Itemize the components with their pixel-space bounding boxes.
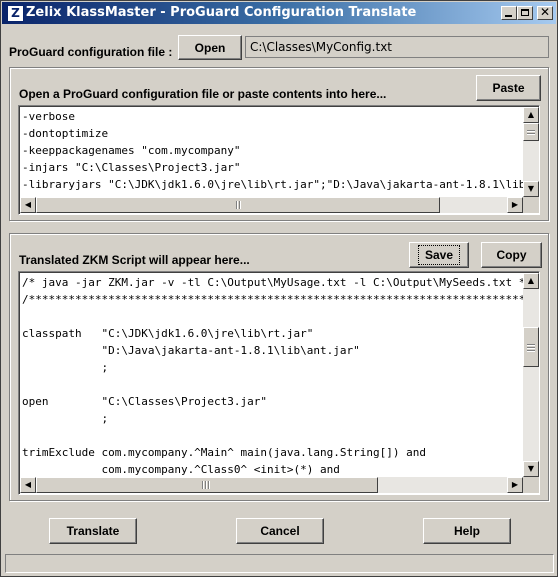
- scroll-left-arrow-icon[interactable]: ◀: [20, 477, 36, 493]
- scroll-left-arrow-icon[interactable]: ◀: [20, 197, 36, 213]
- open-button-label: Open: [194, 40, 226, 55]
- script-line: "D:\Java\jakarta-ant-1.8.1\lib\ant.jar": [22, 344, 360, 357]
- scroll-corner: [523, 197, 539, 213]
- translate-button-label: Translate: [66, 524, 120, 538]
- script-line: com.mycompany.^Class0^ <init>(*) and: [22, 463, 340, 476]
- script-line: /* java -jar ZKM.jar -v -tl C:\Output\My…: [22, 276, 532, 289]
- input-horizontal-scrollbar[interactable]: ◀ ▶: [20, 197, 523, 213]
- proguard-config-text: -verbose -dontoptimize -keeppackagenames "…: [22, 108, 540, 210]
- translate-button[interactable]: Translate: [49, 518, 137, 544]
- scroll-right-arrow-icon[interactable]: ▶: [507, 477, 523, 493]
- maximize-button[interactable]: [517, 6, 533, 20]
- open-button[interactable]: Open: [178, 35, 242, 60]
- paste-button[interactable]: Paste: [476, 75, 541, 101]
- script-line: ;: [22, 412, 109, 425]
- script-line: classpath "C:\JDK\jdk1.6.0\jre\lib\rt.ja…: [22, 327, 314, 340]
- copy-button[interactable]: Copy: [481, 242, 542, 268]
- status-bar: [5, 554, 554, 573]
- save-button[interactable]: Save: [409, 242, 469, 268]
- scroll-up-arrow-icon[interactable]: ▲: [523, 107, 539, 123]
- zelix-app-icon: Z: [7, 5, 24, 22]
- vertical-scroll-thumb[interactable]: [523, 123, 539, 141]
- script-line: [22, 427, 539, 444]
- config-line: -verbose: [22, 110, 75, 123]
- proguard-config-textarea[interactable]: -verbose -dontoptimize -keeppackagenames "…: [18, 105, 540, 215]
- script-line: trimExclude com.mycompany.^Main^ main(ja…: [22, 446, 426, 459]
- script-line: [22, 376, 539, 393]
- script-line: /***************************************…: [22, 293, 540, 306]
- maximize-icon: [521, 9, 529, 16]
- copy-button-label: Copy: [496, 248, 527, 262]
- minimize-icon: [505, 15, 512, 17]
- zkm-script-textarea[interactable]: /* java -jar ZKM.jar -v -tl C:\Output\My…: [18, 271, 540, 495]
- config-file-label: ProGuard configuration file :: [9, 45, 173, 59]
- output-vertical-scrollbar[interactable]: ▲ ▼: [523, 273, 539, 477]
- scroll-right-arrow-icon[interactable]: ▶: [507, 197, 523, 213]
- title-bar[interactable]: Z Zelix KlassMaster - ProGuard Configura…: [2, 2, 556, 24]
- output-horizontal-scrollbar[interactable]: ◀ ▶: [20, 477, 523, 493]
- scroll-corner: [523, 477, 539, 493]
- close-icon: ✕: [539, 5, 551, 19]
- horizontal-scroll-thumb[interactable]: [36, 477, 378, 493]
- output-panel-heading: Translated ZKM Script will appear here..…: [19, 253, 250, 267]
- window-title: Zelix KlassMaster - ProGuard Configurati…: [26, 5, 417, 20]
- paste-button-label: Paste: [492, 81, 525, 95]
- cancel-button[interactable]: Cancel: [236, 518, 324, 544]
- zkm-output-panel: Translated ZKM Script will appear here..…: [9, 233, 549, 501]
- scroll-up-arrow-icon[interactable]: ▲: [523, 273, 539, 289]
- config-line: -libraryjars "C:\JDK\jdk1.6.0\jre\lib\rt…: [22, 178, 540, 191]
- help-button-label: Help: [453, 524, 480, 538]
- config-line: -keeppackagenames "com.mycompany": [22, 144, 241, 157]
- close-button[interactable]: ✕: [537, 5, 553, 20]
- script-line: ;: [22, 361, 109, 374]
- script-line: [22, 308, 539, 325]
- save-button-label: Save: [417, 245, 461, 265]
- proguard-input-panel: Open a ProGuard configuration file or pa…: [9, 67, 549, 221]
- config-file-path-field: C:\Classes\MyConfig.txt: [245, 36, 549, 58]
- vertical-scroll-thumb[interactable]: [523, 327, 539, 367]
- help-button[interactable]: Help: [423, 518, 511, 544]
- input-vertical-scrollbar[interactable]: ▲ ▼: [523, 107, 539, 197]
- minimize-button[interactable]: [501, 6, 517, 20]
- horizontal-scroll-thumb[interactable]: [36, 197, 440, 213]
- config-line: -injars "C:\Classes\Project3.jar": [22, 161, 241, 174]
- cancel-button-label: Cancel: [260, 524, 300, 538]
- translate-window: Z Zelix KlassMaster - ProGuard Configura…: [0, 0, 558, 577]
- zkm-script-text: /* java -jar ZKM.jar -v -tl C:\Output\My…: [22, 274, 540, 478]
- scroll-down-arrow-icon[interactable]: ▼: [523, 181, 539, 197]
- scroll-down-arrow-icon[interactable]: ▼: [523, 461, 539, 477]
- config-line: -dontoptimize: [22, 127, 109, 140]
- script-line: open "C:\Classes\Project3.jar": [22, 395, 268, 408]
- input-panel-heading: Open a ProGuard configuration file or pa…: [19, 87, 387, 101]
